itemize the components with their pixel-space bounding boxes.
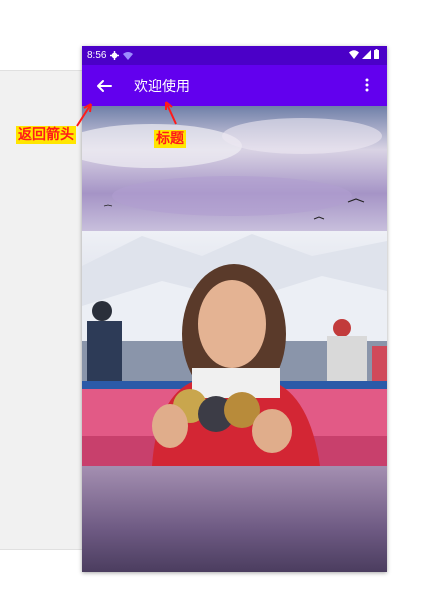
app-bar: 欢迎使用 [82,65,387,106]
main-content [82,106,387,572]
back-arrow-annotation: 返回箭头 [16,126,76,144]
overflow-menu-button[interactable] [353,71,381,99]
athlete-photo [82,106,387,572]
battery-icon [374,49,379,59]
wifi-small-icon [123,51,134,60]
more-vertical-icon [365,78,369,92]
wifi-icon [349,49,359,59]
page-title: 欢迎使用 [134,78,190,95]
cell-signal-icon [362,49,371,59]
back-button[interactable] [86,68,122,104]
phone-screen: 8:56 欢迎使用 [82,46,387,572]
gear-icon [110,51,120,60]
status-bar: 8:56 [82,46,387,65]
title-annotation: 标题 [154,130,186,148]
arrow-left-icon [97,79,112,92]
status-time: 8:56 [87,50,107,61]
